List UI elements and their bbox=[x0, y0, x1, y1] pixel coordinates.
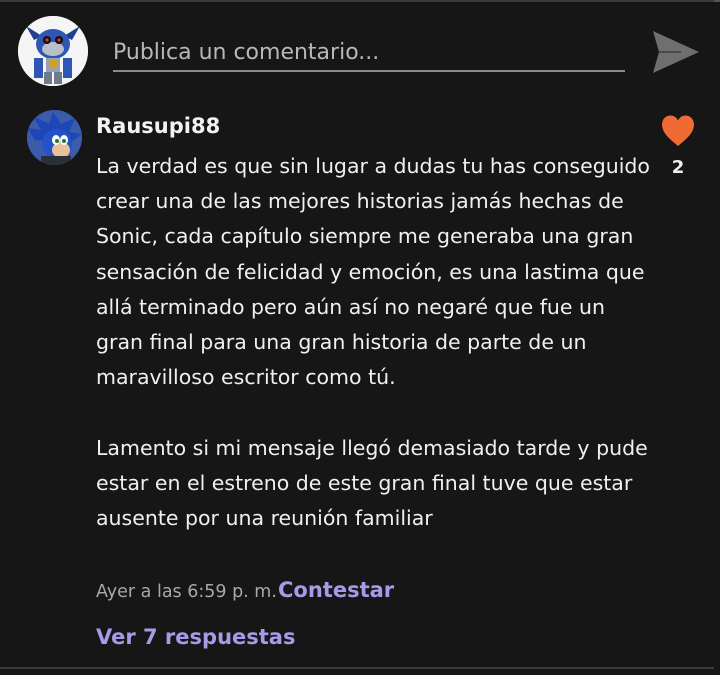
view-replies-link[interactable]: Ver 7 respuestas bbox=[96, 625, 295, 649]
like-button[interactable] bbox=[660, 114, 696, 148]
send-button[interactable] bbox=[648, 26, 704, 78]
comment-paragraph: Lamento si mi mensaje llegó demasiado ta… bbox=[96, 435, 648, 531]
comment-paragraph: La verdad es que sin lugar a dudas tu ha… bbox=[96, 154, 650, 390]
heart-icon bbox=[662, 115, 694, 146]
comment-author-name[interactable]: Rausupi88 bbox=[96, 114, 220, 138]
robot-avatar-icon bbox=[18, 16, 88, 86]
hedgehog-avatar-icon bbox=[27, 110, 82, 165]
comment-text: La verdad es que sin lugar a dudas tu ha… bbox=[96, 149, 656, 536]
comment-thread: Rausupi88 La verdad es que sin lugar a d… bbox=[0, 0, 720, 675]
send-icon bbox=[653, 31, 699, 73]
reply-button[interactable]: Contestar bbox=[278, 578, 394, 602]
bottom-divider bbox=[0, 667, 714, 669]
comment-input[interactable] bbox=[113, 34, 625, 72]
current-user-avatar[interactable] bbox=[18, 16, 88, 86]
comment-author-avatar[interactable] bbox=[27, 110, 82, 165]
top-divider bbox=[0, 0, 714, 2]
top-divider-edge bbox=[714, 0, 720, 2]
comment-timestamp: Ayer a las 6:59 p. m. bbox=[96, 582, 277, 602]
like-count: 2 bbox=[671, 157, 685, 178]
